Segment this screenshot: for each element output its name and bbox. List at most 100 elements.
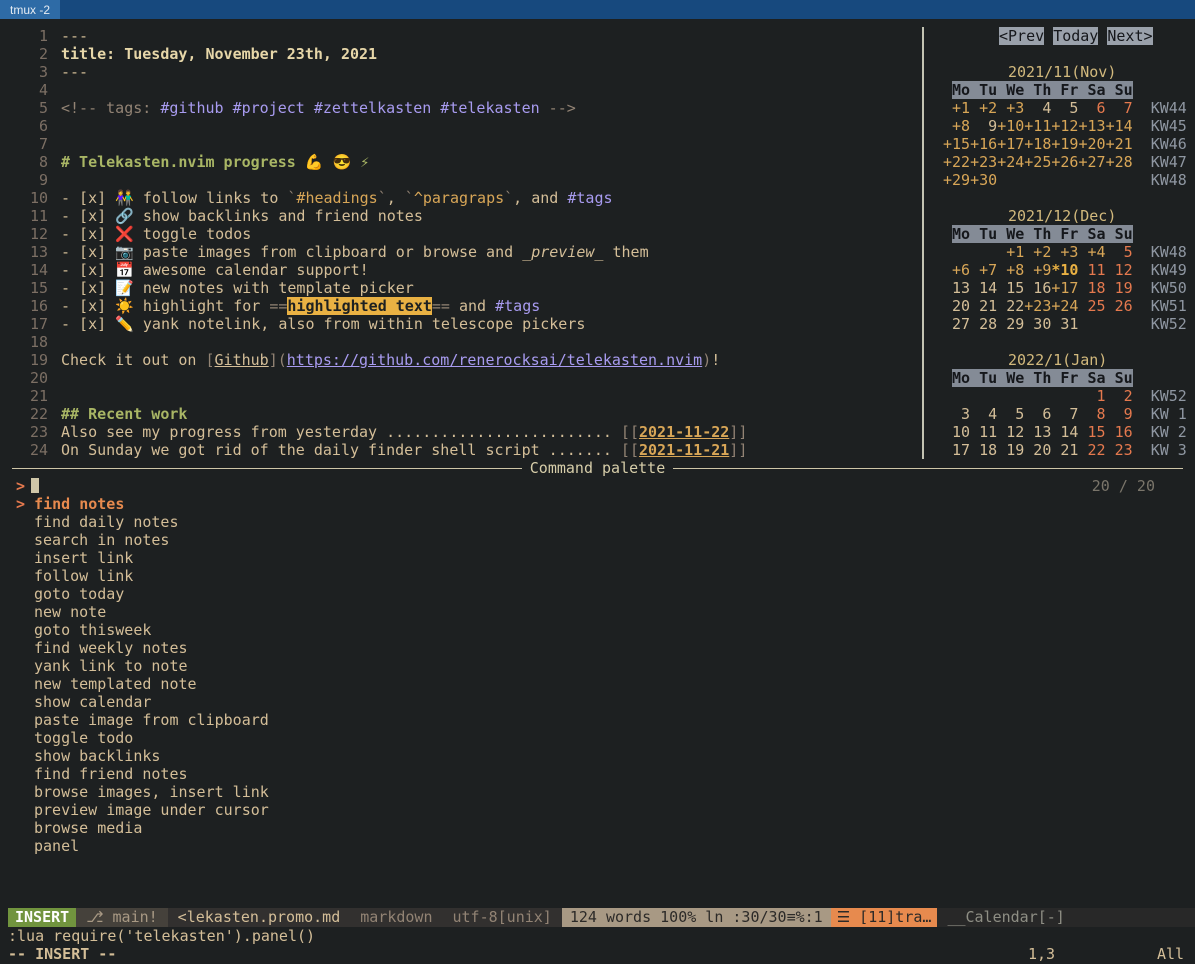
calendar-day[interactable]: 20 [943,297,970,315]
palette-item[interactable]: paste image from clipboard [0,711,1195,729]
calendar-day[interactable]: +1 [997,243,1024,261]
calendar-day[interactable]: +24 [997,153,1024,171]
command-line[interactable]: :lua require('telekasten').panel() [0,927,1195,945]
calendar-day[interactable]: 6 [1024,405,1051,423]
calendar-next-button[interactable]: Next> [1107,27,1152,45]
calendar-day[interactable]: 7 [1106,99,1133,117]
calendar-day[interactable]: 12 [997,423,1024,441]
palette-item[interactable]: toggle todo [0,729,1195,747]
calendar-day[interactable]: 11 [1078,261,1105,279]
palette-item[interactable]: search in notes [0,531,1195,549]
palette-item[interactable]: preview image under cursor [0,801,1195,819]
calendar-day[interactable]: +28 [1106,153,1133,171]
calendar-day[interactable]: 29 [997,315,1024,333]
palette-item[interactable]: insert link [0,549,1195,567]
calendar-day[interactable]: 11 [970,423,997,441]
calendar-day[interactable]: 5 [1051,99,1078,117]
calendar-day[interactable]: +27 [1078,153,1105,171]
palette-item[interactable]: goto today [0,585,1195,603]
calendar-day[interactable]: +3 [1051,243,1078,261]
calendar-day[interactable]: 1 [1078,387,1105,405]
calendar-day[interactable]: 18 [970,441,997,459]
editor-pane[interactable]: 1---2title: Tuesday, November 23th, 2021… [0,27,917,459]
palette-item[interactable]: new note [0,603,1195,621]
calendar-day[interactable]: +9 [1024,261,1051,279]
palette-item[interactable]: find daily notes [0,513,1195,531]
palette-selected-item[interactable]: > find notes [0,495,1195,513]
calendar-day[interactable]: +16 [970,135,997,153]
calendar-day[interactable]: +23 [970,153,997,171]
calendar-prev-button[interactable]: <Prev [999,27,1044,45]
calendar-day[interactable]: 22 [997,297,1024,315]
calendar-day[interactable]: +4 [1078,243,1105,261]
calendar-day[interactable]: 13 [943,279,970,297]
calendar-day[interactable]: +15 [943,135,970,153]
calendar-day[interactable]: 4 [970,405,997,423]
calendar-day[interactable]: 5 [1106,243,1133,261]
calendar-day[interactable]: 16 [1024,279,1051,297]
calendar-day[interactable]: +30 [970,171,997,189]
calendar-day[interactable]: 31 [1051,315,1078,333]
calendar-day[interactable]: 19 [1106,279,1133,297]
calendar-day[interactable]: 7 [1051,405,1078,423]
calendar-day[interactable]: +18 [1024,135,1051,153]
palette-item[interactable]: panel [0,837,1195,855]
calendar-day[interactable]: 13 [1024,423,1051,441]
calendar-day[interactable]: 20 [1024,441,1051,459]
calendar-day[interactable]: 6 [1078,99,1105,117]
calendar-day[interactable]: 5 [997,405,1024,423]
calendar-day[interactable]: 10 [943,423,970,441]
calendar-day[interactable]: 14 [1051,423,1078,441]
calendar-day[interactable]: 15 [997,279,1024,297]
palette-item[interactable]: follow link [0,567,1195,585]
calendar-day[interactable]: +10 [997,117,1024,135]
calendar-day[interactable]: 9 [1106,405,1133,423]
calendar-day[interactable]: +8 [997,261,1024,279]
calendar-day[interactable]: 18 [1078,279,1105,297]
calendar-day[interactable]: +17 [1051,279,1078,297]
calendar-day[interactable]: 3 [943,405,970,423]
calendar-day[interactable]: 17 [943,441,970,459]
calendar-day[interactable]: +22 [943,153,970,171]
calendar-day[interactable]: 27 [943,315,970,333]
calendar-day[interactable]: 4 [1024,99,1051,117]
calendar-day[interactable]: +19 [1051,135,1078,153]
calendar-day[interactable]: 28 [970,315,997,333]
palette-item[interactable]: find friend notes [0,765,1195,783]
calendar-day[interactable]: +1 [943,99,970,117]
calendar-day[interactable]: 14 [970,279,997,297]
calendar-day[interactable]: +7 [970,261,997,279]
calendar-day[interactable]: +24 [1051,297,1078,315]
calendar-day[interactable]: +26 [1051,153,1078,171]
calendar-day[interactable]: +12 [1051,117,1078,135]
calendar-day[interactable]: +29 [943,171,970,189]
calendar-day[interactable]: +2 [970,99,997,117]
calendar-day[interactable]: +2 [1024,243,1051,261]
calendar-day[interactable]: 12 [1106,261,1133,279]
calendar-day[interactable]: +3 [997,99,1024,117]
calendar-day[interactable]: 8 [1078,405,1105,423]
calendar-day[interactable]: +14 [1106,117,1133,135]
calendar-day[interactable]: +25 [1024,153,1051,171]
calendar-day[interactable]: +11 [1024,117,1051,135]
calendar-day[interactable]: 21 [970,297,997,315]
calendar-day[interactable]: +17 [997,135,1024,153]
calendar-day[interactable]: 15 [1078,423,1105,441]
palette-item[interactable]: find weekly notes [0,639,1195,657]
calendar-day[interactable]: +21 [1106,135,1133,153]
calendar-day[interactable]: 19 [997,441,1024,459]
calendar-day[interactable]: +20 [1078,135,1105,153]
palette-item[interactable]: browse images, insert link [0,783,1195,801]
palette-item[interactable]: new templated note [0,675,1195,693]
calendar-day[interactable]: 9 [970,117,997,135]
palette-item[interactable]: browse media [0,819,1195,837]
calendar-day[interactable]: +23 [1024,297,1051,315]
calendar-day[interactable]: +8 [943,117,970,135]
calendar-day[interactable]: 26 [1106,297,1133,315]
palette-prompt[interactable]: >20 / 20 [0,477,1195,495]
palette-item[interactable]: show calendar [0,693,1195,711]
calendar-day[interactable]: 22 [1078,441,1105,459]
palette-item[interactable]: show backlinks [0,747,1195,765]
calendar-day[interactable]: 25 [1078,297,1105,315]
calendar-day[interactable]: 16 [1106,423,1133,441]
